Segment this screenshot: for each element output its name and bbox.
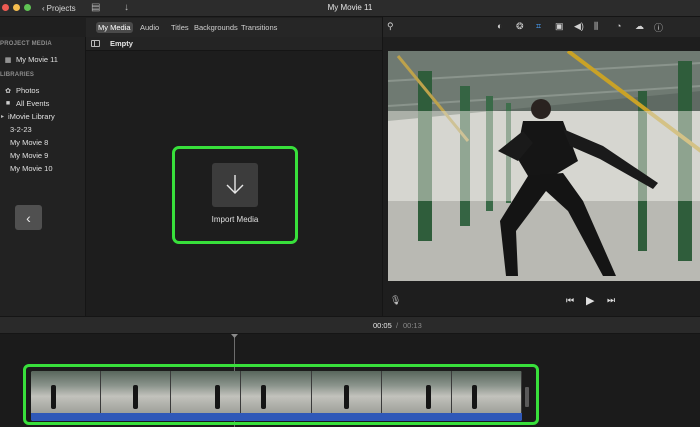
- sidebar-item-event[interactable]: 3-2-23: [10, 125, 32, 134]
- clip-frame: [451, 371, 522, 413]
- window-title: My Movie 11: [327, 3, 373, 12]
- tab-transitions[interactable]: Transitions: [239, 22, 279, 33]
- sidebar-toggle-icon[interactable]: [91, 40, 100, 47]
- audio-waveform: [31, 413, 522, 421]
- photos-icon: ✿: [5, 87, 11, 95]
- sidebar-item-label: Photos: [16, 86, 40, 95]
- chevron-left-icon: ‹: [26, 209, 31, 226]
- timeline[interactable]: [0, 334, 700, 427]
- stabilization-icon[interactable]: ▣: [555, 21, 564, 32]
- viewer: 🎙 ⏮ ▶ ⏭: [382, 37, 700, 316]
- window-titlebar: ‹ Projects ▤ ↓ My Movie 11: [0, 0, 700, 17]
- import-media-button[interactable]: [212, 163, 258, 207]
- clip-frame: [241, 371, 312, 413]
- clip-trim-handle[interactable]: [525, 387, 529, 407]
- current-time: 00:05: [373, 321, 392, 330]
- clip-thumbnails: [31, 371, 522, 413]
- speed-icon[interactable]: ◔: [616, 21, 621, 31]
- dancer-silhouette: [471, 385, 477, 409]
- dancer-silhouette: [133, 385, 139, 409]
- star-icon: ■: [5, 100, 11, 107]
- sidebar-item-photos[interactable]: ✿ Photos: [4, 86, 39, 95]
- video-preview: [388, 51, 700, 281]
- clip-frame: [311, 371, 382, 413]
- clip-frame: [381, 371, 452, 413]
- playback-controls: 🎙 ⏮ ▶ ⏭: [383, 295, 700, 309]
- magic-wand-icon[interactable]: ⚲: [387, 21, 394, 32]
- color-balance-icon[interactable]: ◐: [497, 21, 502, 31]
- clip-frame: [171, 371, 242, 413]
- clip-highlight: [23, 364, 539, 425]
- import-highlight: Import Media: [172, 146, 298, 244]
- noise-reduction-icon[interactable]: ⫼: [594, 21, 598, 32]
- browser-header: Empty: [86, 37, 382, 51]
- timecode-bar: 00:05 / 00:13: [0, 316, 700, 334]
- dancer-silhouette: [51, 385, 56, 409]
- filter-label[interactable]: Empty: [110, 39, 133, 48]
- total-time: 00:13: [403, 321, 422, 330]
- tab-my-media[interactable]: My Media: [96, 22, 133, 33]
- sidebar-item-imovie-library[interactable]: ▸ iMovie Library: [1, 112, 55, 121]
- video-clip[interactable]: [31, 371, 522, 421]
- sidebar-item-event[interactable]: My Movie 10: [10, 164, 53, 173]
- media-browser: Empty Import Media: [86, 37, 382, 316]
- libraries-sidebar: PROJECT MEDIA ▦ My Movie 11 LIBRARIES ✿ …: [0, 37, 86, 316]
- sidebar-item-project[interactable]: ▦ My Movie 11: [4, 55, 58, 64]
- libraries-heading: LIBRARIES: [0, 72, 35, 78]
- skip-forward-icon[interactable]: ⏭: [607, 295, 615, 306]
- clip-frame: [31, 371, 102, 413]
- download-arrow-icon: [226, 175, 244, 194]
- dancer-silhouette: [425, 385, 431, 409]
- sidebar-item-label: iMovie Library: [8, 112, 55, 121]
- import-media-label: Import Media: [211, 215, 259, 224]
- play-icon[interactable]: ▶: [586, 294, 594, 307]
- dancer-silhouette: [261, 385, 267, 409]
- sidebar-item-label: My Movie 10: [10, 164, 53, 173]
- sidebar-item-event[interactable]: My Movie 9: [10, 151, 48, 160]
- time-separator: /: [396, 321, 399, 330]
- project-media-heading: PROJECT MEDIA: [0, 41, 52, 47]
- sidebar-item-label: 3-2-23: [10, 125, 32, 134]
- skip-back-icon[interactable]: ⏮: [566, 295, 574, 306]
- sidebar-item-label: My Movie 9: [10, 151, 49, 160]
- clip-filter-icon[interactable]: ☁: [635, 21, 644, 32]
- info-icon[interactable]: ⓘ: [654, 21, 663, 34]
- tab-titles[interactable]: Titles: [169, 22, 191, 33]
- viewer-toolbar: ⚲ ◐ ❂ ⌗ ▣ ◀) ⫼ ◔ ☁ ⓘ: [382, 17, 700, 37]
- dancer-silhouette: [343, 385, 349, 409]
- sidebar-item-event[interactable]: My Movie 8: [10, 138, 48, 147]
- media-tabs: My Media Audio Titles Backgrounds Transi…: [86, 18, 382, 37]
- sidebar-item-label: All Events: [16, 99, 50, 108]
- video-frame-image: [388, 51, 700, 281]
- clip-frame: [101, 371, 172, 413]
- sidebar-item-all-events[interactable]: ■ All Events: [4, 99, 49, 108]
- sidebar-item-label: My Movie 11: [16, 55, 58, 64]
- sidebar-item-label: My Movie 8: [10, 138, 49, 147]
- microphone-icon[interactable]: 🎙: [390, 295, 401, 306]
- dancer-silhouette: [215, 385, 221, 409]
- clapper-icon: ▦: [4, 56, 12, 64]
- color-correction-icon[interactable]: ❂: [516, 21, 524, 32]
- tab-audio[interactable]: Audio: [138, 22, 161, 33]
- playhead-handle[interactable]: [231, 334, 238, 338]
- crop-icon[interactable]: ⌗: [536, 21, 541, 32]
- back-button[interactable]: ‹: [15, 205, 42, 230]
- volume-icon[interactable]: ◀): [574, 21, 584, 32]
- tab-backgrounds[interactable]: Backgrounds: [192, 22, 240, 33]
- disclosure-triangle-icon[interactable]: ▸: [1, 113, 4, 120]
